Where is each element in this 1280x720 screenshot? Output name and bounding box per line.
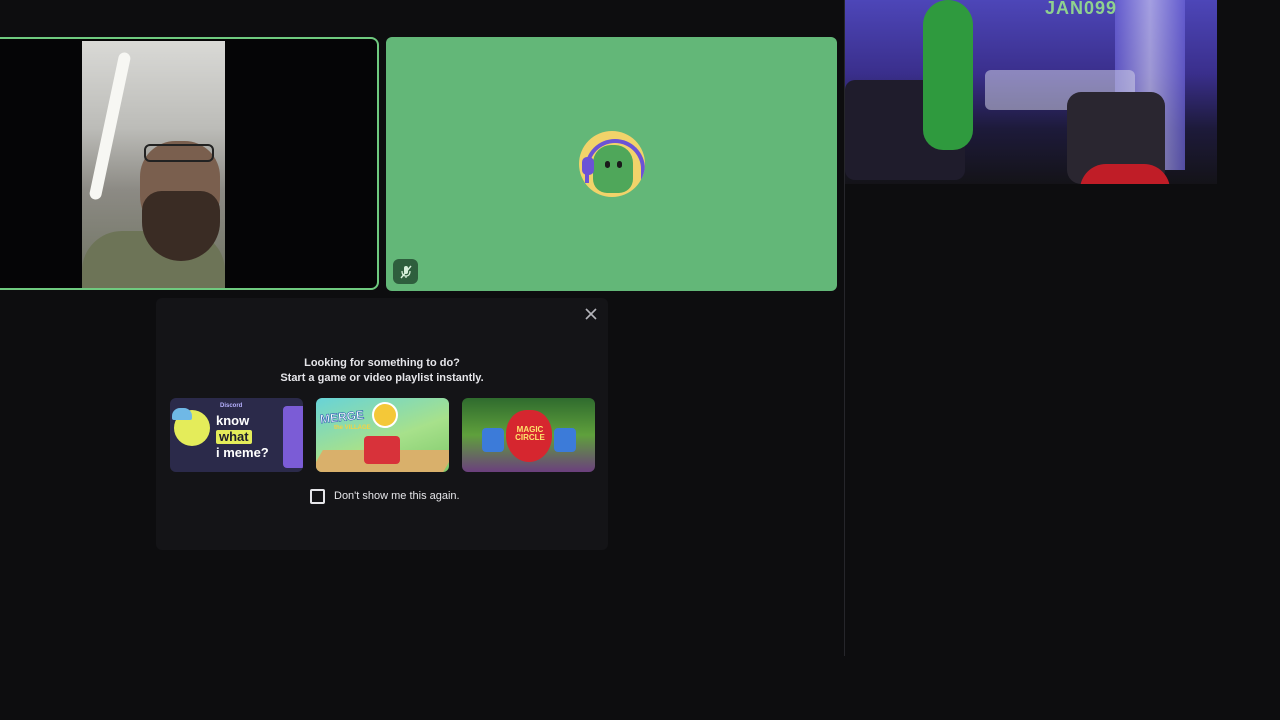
- activity-title-line: know: [216, 413, 250, 428]
- dont-show-checkbox[interactable]: [310, 488, 325, 504]
- microphone-muted-icon: [393, 259, 418, 284]
- activity-logo: MAGIC CIRCLE: [515, 425, 545, 442]
- camera-feed: [82, 41, 225, 288]
- sidebar-divider: [844, 0, 845, 656]
- activity-title-line: what: [216, 430, 252, 444]
- activity-logo-sub: the VILLAGE: [334, 425, 371, 431]
- activity-title-line: i meme?: [216, 445, 269, 460]
- activity-brand: Discord: [220, 403, 243, 409]
- activity-suggestion-popup: Looking for something to do? Start a gam…: [156, 298, 608, 550]
- stream-name-overlay: JAN099: [1045, 0, 1118, 18]
- truck-icon: [364, 436, 400, 464]
- dont-show-again-option[interactable]: Don't show me this again.: [310, 488, 460, 504]
- dont-show-label: Don't show me this again.: [334, 490, 460, 502]
- character-icon: [554, 428, 576, 452]
- close-button[interactable]: [581, 304, 601, 324]
- user-avatar: [579, 131, 645, 197]
- activity-card-magic-circle[interactable]: MAGIC CIRCLE: [462, 398, 595, 472]
- popup-heading: Looking for something to do?: [304, 357, 460, 369]
- coin-icon: [372, 402, 398, 428]
- activity-logo: MERGE: [319, 407, 365, 427]
- popup-subheading: Start a game or video playlist instantly…: [280, 372, 484, 384]
- activity-card-merge-the-village[interactable]: MERGE the VILLAGE: [316, 398, 449, 472]
- activity-card-know-what-i-meme[interactable]: Discord know what i meme?: [170, 398, 303, 472]
- close-icon: [585, 308, 597, 320]
- character-icon: [482, 428, 504, 452]
- video-tile-stream[interactable]: JAN099: [845, 0, 1217, 184]
- video-tile-avatar[interactable]: [386, 37, 837, 291]
- video-tile-camera[interactable]: [0, 37, 379, 290]
